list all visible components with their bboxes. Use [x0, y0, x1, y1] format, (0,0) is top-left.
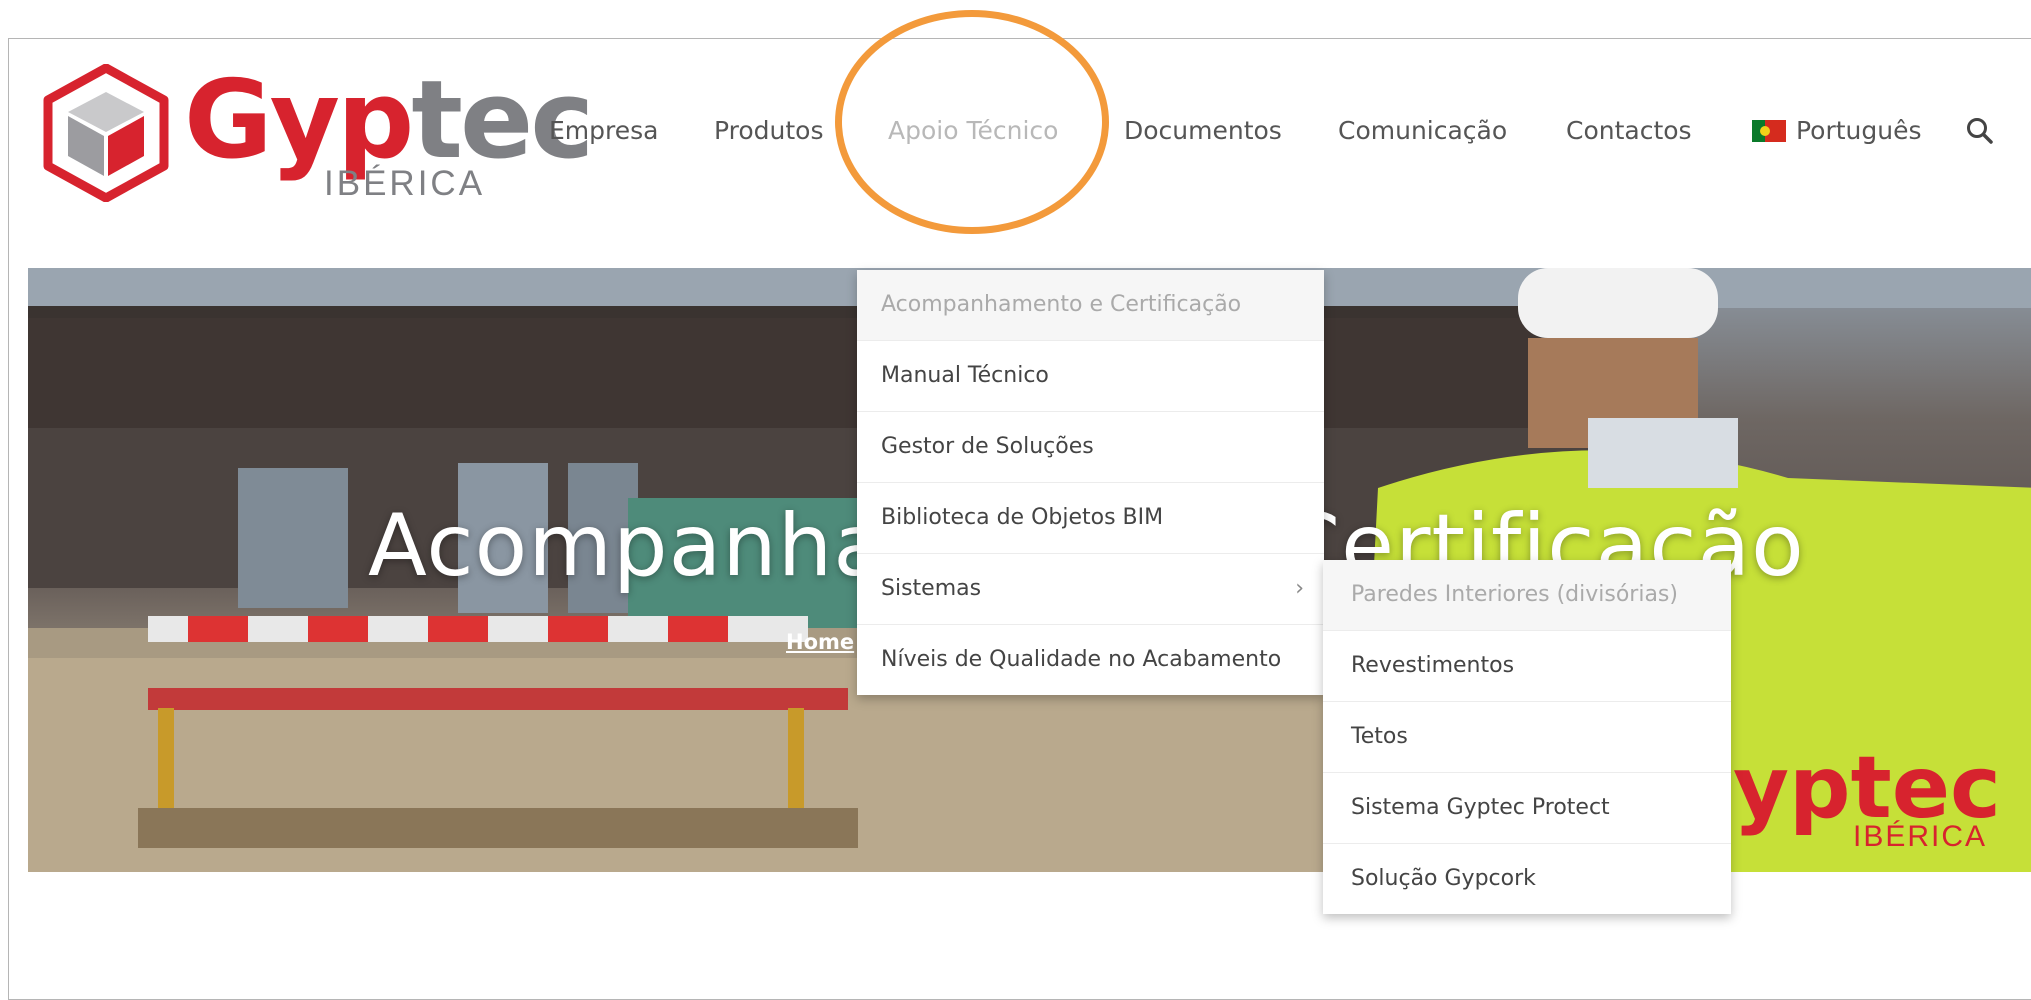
submenu-item-revestimentos[interactable]: Revestimentos: [1323, 631, 1731, 702]
vest-brand-sub: IBÉRICA: [1853, 820, 1988, 853]
cube-logo-icon: [43, 64, 169, 202]
menu-item-gestor-solucoes[interactable]: Gestor de Soluções: [857, 412, 1324, 483]
sistemas-submenu: Paredes Interiores (divisórias) Revestim…: [1323, 560, 1731, 914]
submenu-item-gyptec-protect[interactable]: Sistema Gyptec Protect: [1323, 773, 1731, 844]
menu-item-biblioteca-bim[interactable]: Biblioteca de Objetos BIM: [857, 483, 1324, 554]
search-icon[interactable]: [1965, 116, 1995, 146]
breadcrumb-home[interactable]: Home: [786, 630, 854, 654]
language-selector[interactable]: Português: [1752, 116, 1922, 145]
logo-subtitle: IBÉRICA: [324, 164, 486, 203]
menu-item-sistemas-label: Sistemas: [881, 576, 982, 601]
submenu-item-paredes[interactable]: Paredes Interiores (divisórias): [1323, 560, 1731, 631]
language-label: Português: [1796, 116, 1922, 145]
submenu-item-gypcork[interactable]: Solução Gypcork: [1323, 844, 1731, 914]
nav-documentos[interactable]: Documentos: [1124, 116, 1282, 145]
portugal-flag-icon: [1752, 119, 1786, 142]
logo[interactable]: Gyptec IBÉRICA: [42, 58, 594, 212]
highlight-circle: [835, 10, 1109, 234]
nav-contactos[interactable]: Contactos: [1566, 116, 1692, 145]
nav-empresa[interactable]: Empresa: [549, 116, 658, 145]
submenu-item-tetos[interactable]: Tetos: [1323, 702, 1731, 773]
chevron-right-icon: ›: [1295, 576, 1304, 601]
menu-item-acompanhamento[interactable]: Acompanhamento e Certificação: [857, 270, 1324, 341]
menu-item-manual-tecnico[interactable]: Manual Técnico: [857, 341, 1324, 412]
menu-item-sistemas[interactable]: Sistemas ›: [857, 554, 1324, 625]
apoio-tecnico-dropdown: Acompanhamento e Certificação Manual Téc…: [857, 270, 1324, 695]
nav-comunicacao[interactable]: Comunicação: [1338, 116, 1507, 145]
menu-item-niveis-qualidade[interactable]: Níveis de Qualidade no Acabamento: [857, 625, 1324, 695]
nav-produtos[interactable]: Produtos: [714, 116, 824, 145]
